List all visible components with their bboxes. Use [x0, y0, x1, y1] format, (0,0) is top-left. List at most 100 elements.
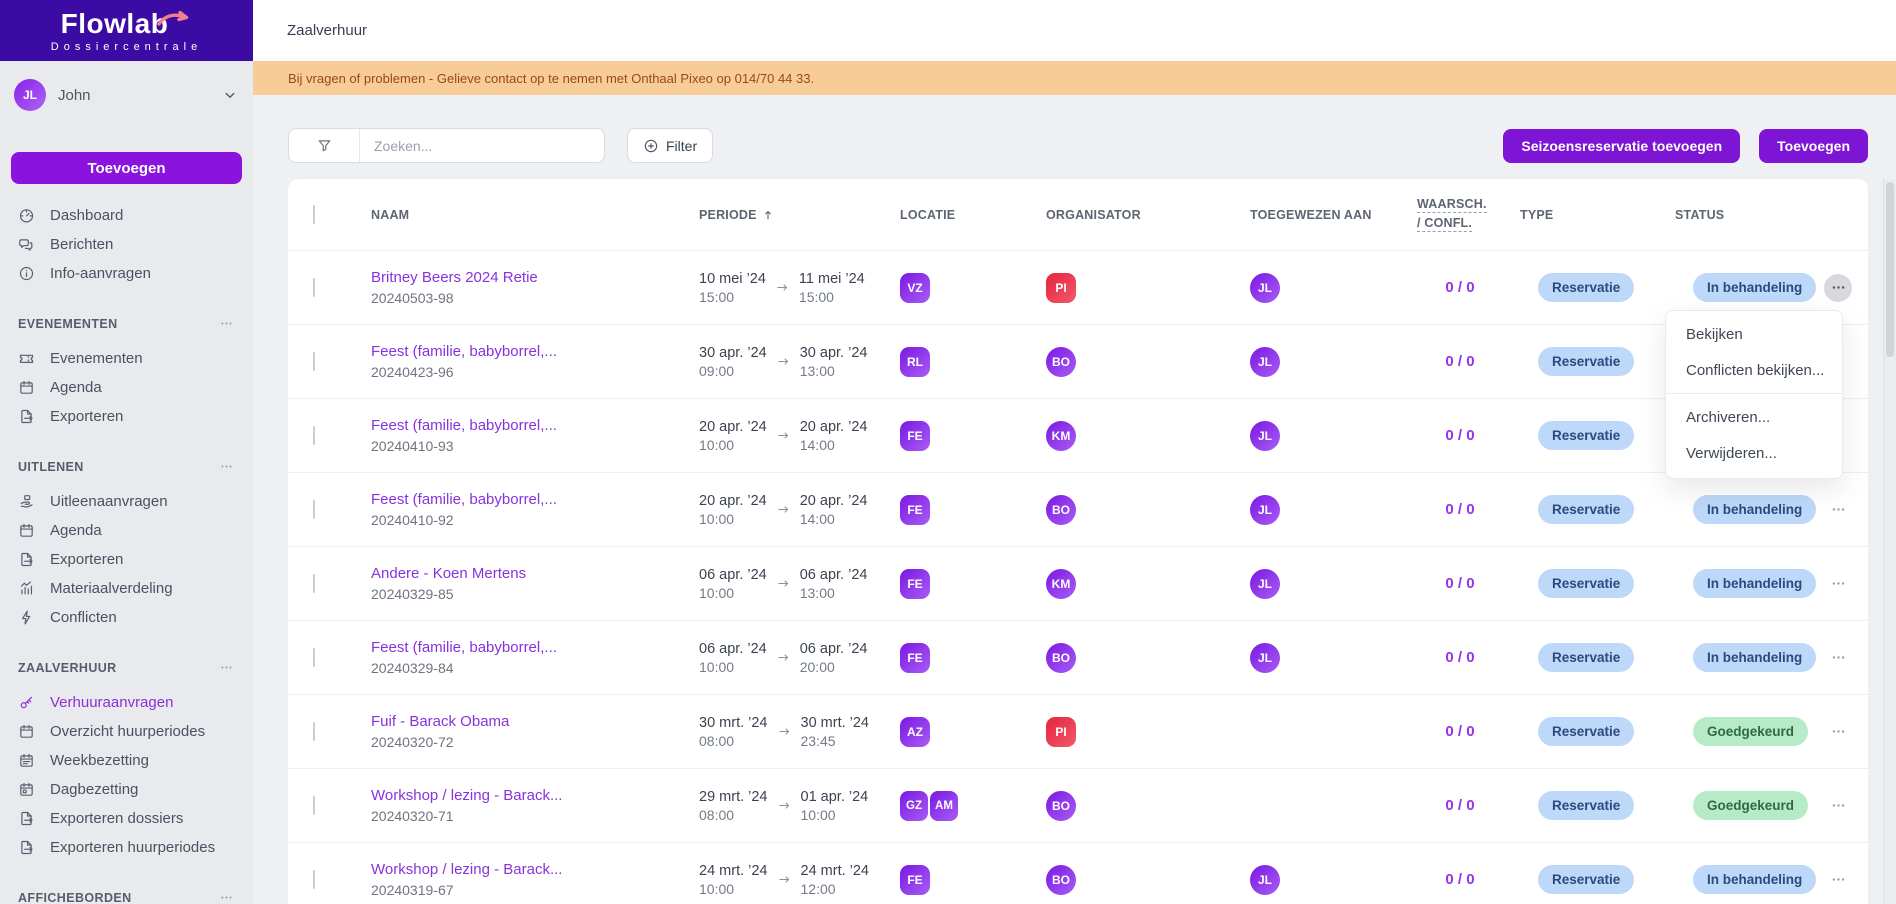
row-checkbox[interactable]	[313, 351, 315, 371]
sort-up-icon	[761, 208, 775, 222]
row-actions-ellipsis-icon[interactable]	[1824, 496, 1852, 524]
sidebar-item-evenementen[interactable]: Evenementen	[0, 344, 253, 373]
column-header-locatie[interactable]: LOCATIE	[900, 208, 1046, 222]
row-actions-ellipsis-icon[interactable]	[1824, 866, 1852, 894]
sidebar-add-button[interactable]: Toevoegen	[11, 152, 242, 184]
plus-circle-icon	[643, 138, 659, 154]
menu-item-conflicten-bekijken[interactable]: Conflicten bekijken...	[1666, 352, 1842, 388]
funnel-icon[interactable]	[289, 129, 360, 162]
section-header-label: AFFICHEBORDEN	[18, 890, 132, 904]
menu-item-bekijken[interactable]: Bekijken	[1666, 316, 1842, 352]
table-row: Feest (familie, babyborrel,... 20240329-8…	[288, 620, 1868, 694]
sidebar-item-weekbezetting[interactable]: Weekbezetting	[0, 746, 253, 775]
sidebar-item-info-aanvragen[interactable]: Info-aanvragen	[0, 259, 253, 288]
ellipsis-icon	[221, 896, 232, 899]
arrow-right-icon	[776, 650, 791, 665]
row-period-cell: 20 apr. ’24 10:00 20 apr. ’24 14:00	[699, 492, 868, 527]
scrollbar-thumb[interactable]	[1886, 182, 1894, 357]
type-badge: Reservatie	[1538, 273, 1635, 302]
reservation-name-link[interactable]: Feest (familie, babyborrel,...	[371, 639, 699, 656]
row-actions-ellipsis-icon[interactable]	[1824, 792, 1852, 820]
filter-button[interactable]: Filter	[627, 128, 714, 163]
add-button[interactable]: Toevoegen	[1759, 128, 1868, 163]
sidebar-item-dagbezetting[interactable]: Dagbezetting	[0, 775, 253, 804]
sidebar-item-label: Uitleenaanvragen	[50, 493, 168, 510]
sidebar-item-exporteren[interactable]: Exporteren	[0, 545, 253, 574]
column-header-naam[interactable]: NAAM	[371, 208, 699, 222]
row-actions-ellipsis-icon[interactable]	[1824, 273, 1852, 302]
reservation-name-link[interactable]: Feest (familie, babyborrel,...	[371, 343, 699, 360]
row-period-cell: 10 mei ’24 15:00 11 mei ’24 15:00	[699, 270, 865, 305]
search-input[interactable]	[360, 129, 604, 162]
row-name-cell: Fuif - Barack Obama 20240320-72	[371, 713, 699, 750]
row-actions-ellipsis-icon[interactable]	[1824, 570, 1852, 598]
reservation-name-link[interactable]: Britney Beers 2024 Retie	[371, 269, 699, 286]
header-checkbox-cell	[288, 204, 371, 224]
sidebar-item-exporteren[interactable]: Exporteren	[0, 402, 253, 431]
sidebar-item-exporteren-dossiers[interactable]: Exporteren dossiers	[0, 804, 253, 833]
reservation-name-link[interactable]: Workshop / lezing - Barack...	[371, 861, 699, 878]
column-header-periode[interactable]: PERIODE	[699, 208, 900, 222]
row-type-cell: Reservatie	[1520, 865, 1675, 894]
type-badge: Reservatie	[1538, 791, 1635, 820]
row-checkbox[interactable]	[313, 869, 315, 889]
user-menu[interactable]: JL John	[14, 79, 239, 111]
row-period-cell: 06 apr. ’24 10:00 06 apr. ’24 13:00	[699, 566, 868, 601]
sidebar-item-dashboard[interactable]: Dashboard	[0, 201, 253, 230]
sidebar-item-agenda[interactable]: Agenda	[0, 373, 253, 402]
column-header-status[interactable]: STATUS	[1675, 208, 1808, 222]
row-checkbox[interactable]	[313, 277, 315, 297]
notice-banner: Bij vragen of problemen - Gelieve contac…	[253, 61, 1896, 95]
sidebar-item-exporteren-huurperiodes[interactable]: Exporteren huurperiodes	[0, 833, 253, 862]
sidebar-item-conflicten[interactable]: Conflicten	[0, 603, 253, 632]
status-badge: In behandeling	[1693, 273, 1817, 302]
sidebar-item-overzicht-huurperiodes[interactable]: Overzicht huurperiodes	[0, 717, 253, 746]
row-checkbox[interactable]	[313, 573, 315, 593]
menu-item-verwijderen[interactable]: Verwijderen...	[1666, 435, 1842, 471]
sidebar-item-verhuuraanvragen[interactable]: Verhuuraanvragen	[0, 688, 253, 717]
calendar-week-icon	[20, 753, 33, 767]
type-badge: Reservatie	[1538, 495, 1635, 524]
section-options-ellipsis-icon[interactable]	[219, 316, 234, 331]
row-location-cell: FE	[900, 864, 1046, 895]
sidebar-item-materiaalverdeling[interactable]: Materiaalverdeling	[0, 574, 253, 603]
column-header-toegewezen[interactable]: TOEGEWEZEN AAN	[1250, 208, 1400, 222]
vertical-scrollbar[interactable]	[1883, 179, 1896, 904]
column-header-organisator[interactable]: ORGANISATOR	[1046, 208, 1250, 222]
section-options-ellipsis-icon[interactable]	[219, 890, 234, 904]
section-options-ellipsis-icon[interactable]	[219, 660, 234, 675]
column-header-type[interactable]: TYPE	[1520, 208, 1675, 222]
seasonal-reservation-button[interactable]: Seizoensreservatie toevoegen	[1503, 128, 1741, 163]
row-checkbox[interactable]	[313, 499, 315, 519]
sidebar-item-berichten[interactable]: Berichten	[0, 230, 253, 259]
reservation-name-link[interactable]: Feest (familie, babyborrel,...	[371, 417, 699, 434]
sidebar-item-uitleenaanvragen[interactable]: Uitleenaanvragen	[0, 487, 253, 516]
column-header-waarsch[interactable]: WAARSCH. / CONFL.	[1400, 197, 1520, 232]
chevron-down-icon	[225, 92, 235, 98]
row-actions-ellipsis-icon[interactable]	[1824, 718, 1852, 746]
organiser-badge: BO	[1046, 346, 1076, 377]
row-checkbox[interactable]	[313, 795, 315, 815]
reservation-name-link[interactable]: Feest (familie, babyborrel,...	[371, 491, 699, 508]
sidebar-item-agenda[interactable]: Agenda	[0, 516, 253, 545]
select-all-checkbox[interactable]	[313, 204, 315, 224]
row-checkbox[interactable]	[313, 647, 315, 667]
reservation-name-link[interactable]: Fuif - Barack Obama	[371, 713, 699, 730]
reservation-name-link[interactable]: Andere - Koen Mertens	[371, 565, 699, 582]
arrow-right-icon	[776, 354, 791, 369]
row-name-cell: Feest (familie, babyborrel,... 20240410-9…	[371, 491, 699, 528]
dossier-id: 20240410-92	[371, 512, 454, 528]
brand-tagline: Dossiercentrale	[50, 41, 203, 53]
export-icon	[21, 811, 33, 826]
export-icon	[21, 552, 33, 567]
table-row: Andere - Koen Mertens 20240329-85 06 apr. …	[288, 546, 1868, 620]
row-checkbox[interactable]	[313, 721, 315, 741]
reservation-name-link[interactable]: Workshop / lezing - Barack...	[371, 787, 699, 804]
row-actions-ellipsis-icon[interactable]	[1824, 644, 1852, 672]
row-checkbox[interactable]	[313, 425, 315, 445]
row-name-cell: Workshop / lezing - Barack... 20240320-71	[371, 787, 699, 824]
row-checkbox-cell	[288, 795, 371, 815]
menu-item-archiveren[interactable]: Archiveren...	[1666, 399, 1842, 435]
sidebar-item-label: Materiaalverdeling	[50, 580, 173, 597]
section-options-ellipsis-icon[interactable]	[219, 459, 234, 474]
